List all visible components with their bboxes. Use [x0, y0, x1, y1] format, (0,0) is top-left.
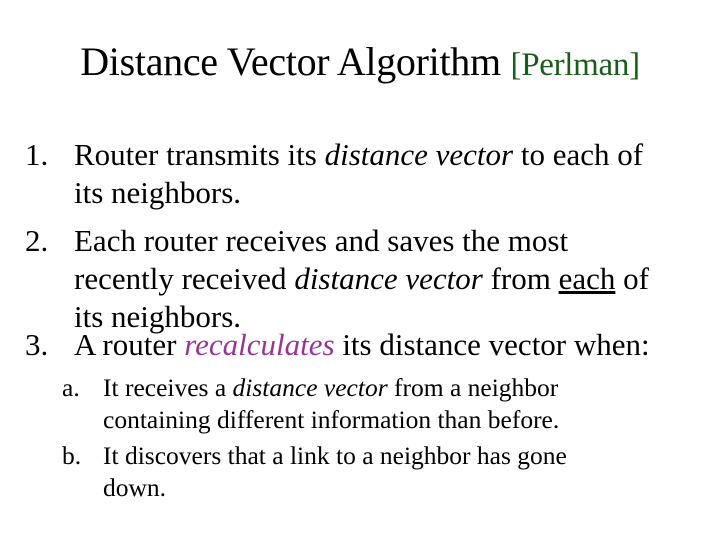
- item-line: Each router receives and saves the most: [74, 223, 569, 258]
- sub-item-line: It discovers that a link to a neighbor h…: [103, 441, 567, 470]
- item-text: A router recalculates its distance vecto…: [74, 326, 714, 364]
- item-line: A router recalculates its distance vecto…: [74, 326, 714, 364]
- text-run: from: [482, 261, 559, 296]
- sub-item-letter: a.: [62, 373, 80, 402]
- text-run: its distance vector when:: [334, 327, 650, 362]
- emphasized-term: distance vector: [294, 261, 483, 296]
- title-main: Distance Vector Algorithm: [80, 39, 501, 84]
- emphasized-term: distance vector: [324, 137, 514, 172]
- text-run: from a neighbor: [387, 373, 559, 402]
- item-line: recently received distance vector from e…: [74, 260, 714, 298]
- text-run: A router: [74, 327, 185, 362]
- sub-item-line: containing different information than be…: [103, 405, 560, 434]
- sub-item-text: It receives a distance vector from a nei…: [103, 372, 703, 436]
- sub-item-line: down.: [103, 473, 167, 502]
- text-run: It receives a: [103, 373, 233, 402]
- sub-item-text: It discovers that a link to a neighbor h…: [103, 440, 703, 504]
- text-run: of: [615, 261, 649, 296]
- sub-item-letter: b.: [62, 441, 82, 470]
- slide-title: Distance Vector Algorithm [Perlman]: [0, 38, 720, 89]
- item-number: 3.: [25, 327, 49, 362]
- item-line: its neighbors.: [74, 175, 242, 210]
- text-run: Router transmits its: [74, 137, 325, 172]
- item-text: Router transmits its distance vector to …: [74, 136, 714, 212]
- sub-item-line: It receives a distance vector from a nei…: [103, 372, 703, 404]
- item-line: Router transmits its distance vector to …: [74, 136, 714, 174]
- item-text: Each router receives and saves the most …: [74, 222, 714, 336]
- emphasized-term: distance vector: [232, 373, 388, 402]
- item-number: 1.: [25, 137, 49, 172]
- item-number: 2.: [25, 223, 49, 258]
- text-run: recently received: [74, 261, 295, 296]
- underlined-word: each: [558, 261, 616, 296]
- title-citation: [Perlman]: [510, 47, 641, 83]
- text-run: to each of: [513, 137, 644, 172]
- highlighted-term: recalculates: [184, 327, 335, 362]
